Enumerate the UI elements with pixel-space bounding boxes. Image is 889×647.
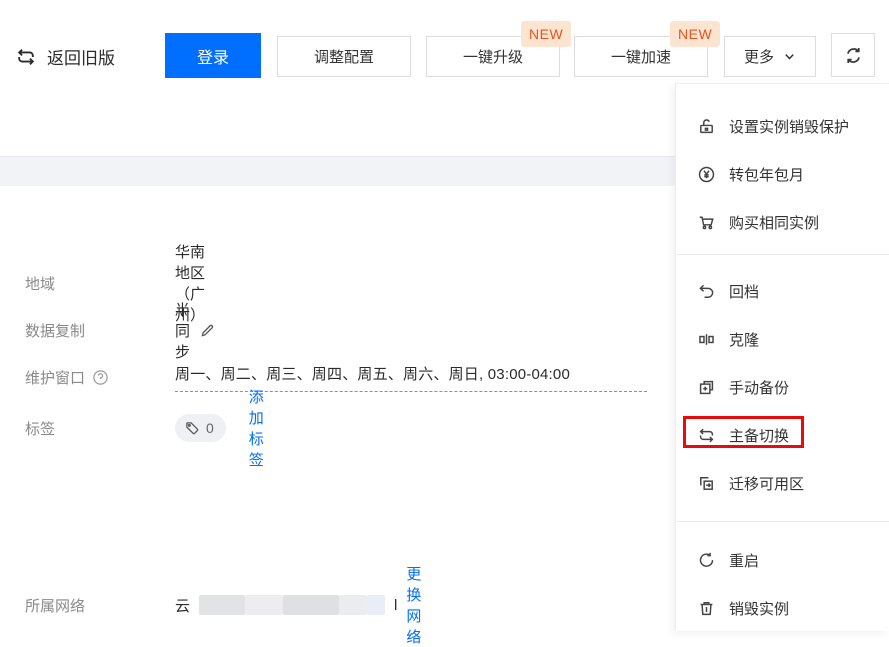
cart-icon: [697, 213, 716, 232]
chevron-down-icon: [783, 50, 796, 63]
yen-circle-icon: [697, 165, 716, 184]
region-label: 地域: [25, 275, 56, 293]
more-dropdown-button[interactable]: 更多: [724, 36, 816, 77]
swap-arrows-icon: [15, 46, 37, 68]
menu-item-label: 回档: [729, 283, 760, 301]
refresh-icon: [843, 45, 864, 66]
maintenance-label: 维护窗口: [25, 369, 86, 387]
rollback-icon: [697, 282, 716, 301]
network-value-suffix: l: [394, 596, 398, 614]
refresh-button[interactable]: [831, 33, 875, 77]
back-link-label: 返回旧版: [47, 49, 115, 68]
tags-label: 标签: [25, 420, 56, 438]
restart-icon: [697, 551, 716, 570]
menu-item-label: 迁移可用区: [729, 475, 805, 493]
menu-divider: [676, 254, 889, 255]
help-icon[interactable]: [92, 369, 109, 386]
replication-label: 数据复制: [25, 322, 86, 340]
network-value-prefix: 云: [175, 597, 191, 615]
backup-icon: [697, 378, 716, 397]
menu-item-label: 转包年包月: [729, 166, 805, 184]
add-tag-link[interactable]: 添加标签: [249, 386, 264, 470]
menu-item-label: 手动备份: [729, 379, 790, 397]
tag-icon: [184, 420, 200, 436]
migrate-icon: [697, 474, 716, 493]
edit-pencil-icon[interactable]: [199, 322, 216, 339]
replication-value: 半同步: [175, 301, 191, 361]
change-network-link[interactable]: 更换网络: [406, 563, 421, 647]
menu-item-clone[interactable]: 克隆: [676, 315, 889, 363]
menu-item-label: 重启: [729, 552, 760, 570]
menu-item-destroy-instance[interactable]: 销毁实例: [676, 584, 889, 632]
tag-count: 0: [206, 420, 214, 436]
menu-item-rollback[interactable]: 回档: [676, 267, 889, 315]
menu-item-label: 主备切换: [729, 427, 790, 445]
clone-icon: [697, 330, 716, 349]
menu-item-restart[interactable]: 重启: [676, 536, 889, 584]
menu-item-label: 购买相同实例: [729, 214, 820, 232]
menu-item-manual-backup[interactable]: 手动备份: [676, 363, 889, 411]
adjust-config-button[interactable]: 调整配置: [277, 36, 411, 77]
more-dropdown-menu: 设置实例销毁保护 转包年包月 购买相同实例 回档 克隆 手动备份 主备切换 迁移…: [675, 83, 889, 631]
menu-item-convert-billing[interactable]: 转包年包月: [676, 150, 889, 198]
redacted-network-value: [199, 595, 386, 615]
new-badge-accelerate: NEW: [670, 21, 721, 47]
trash-icon: [697, 599, 716, 618]
tag-count-pill[interactable]: 0: [175, 414, 226, 442]
menu-item-migrate-az[interactable]: 迁移可用区: [676, 459, 889, 507]
network-label: 所属网络: [25, 597, 86, 615]
menu-item-label: 克隆: [729, 331, 760, 349]
menu-item-label: 设置实例销毁保护: [729, 118, 850, 136]
more-button-label: 更多: [743, 49, 774, 66]
menu-item-buy-same-instance[interactable]: 购买相同实例: [676, 198, 889, 246]
menu-item-primary-secondary-switch[interactable]: 主备切换: [676, 411, 889, 459]
back-to-old-version-link[interactable]: 返回旧版: [15, 44, 115, 69]
swap-icon: [697, 426, 716, 445]
menu-item-label: 销毁实例: [729, 600, 790, 618]
menu-item-destroy-protection[interactable]: 设置实例销毁保护: [676, 102, 889, 150]
login-button[interactable]: 登录: [165, 33, 261, 78]
new-badge-upgrade: NEW: [521, 21, 572, 47]
menu-divider: [676, 521, 889, 522]
unlock-icon: [697, 117, 716, 136]
